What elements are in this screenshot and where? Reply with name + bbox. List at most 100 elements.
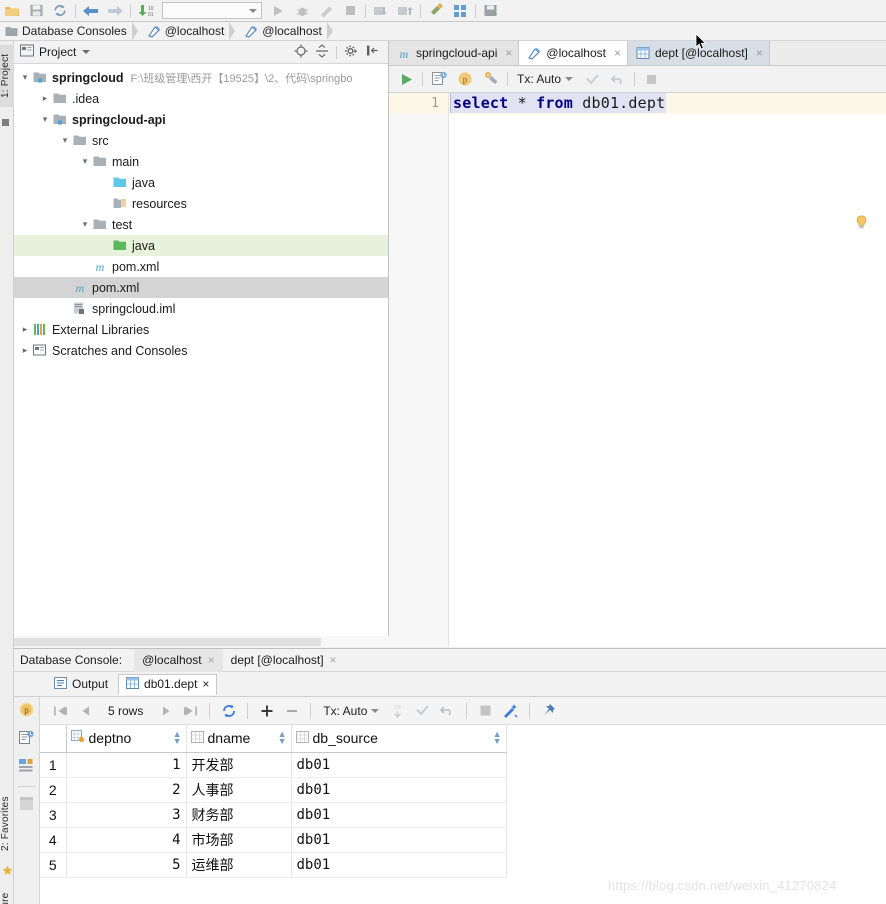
- sort-indicator-icon[interactable]: ▲ ▼: [173, 730, 182, 746]
- rollback-icon[interactable]: [435, 700, 460, 722]
- tool-window-tab-project[interactable]: 1: Project: [0, 45, 14, 107]
- chevron-right-icon[interactable]: ▸: [18, 324, 32, 335]
- row-number[interactable]: 3: [40, 802, 67, 828]
- commit-icon[interactable]: [393, 1, 417, 21]
- table-row[interactable]: 4 4 市场部 db01: [40, 827, 507, 853]
- sql-statement[interactable]: select * from db01.dept: [450, 93, 667, 113]
- project-tree-hscrollbar[interactable]: [14, 636, 389, 647]
- column-header-deptno[interactable]: deptno ▲ ▼: [66, 725, 187, 753]
- sort-indicator-icon[interactable]: ▲ ▼: [278, 730, 287, 746]
- table-row[interactable]: 1 1 开发部 db01: [40, 752, 507, 778]
- sql-editor[interactable]: 1 select * from db01.dept: [389, 93, 886, 647]
- database-icon[interactable]: [479, 1, 503, 21]
- db-console-tab-dept[interactable]: dept [@localhost] ×: [223, 649, 345, 672]
- chevron-down-icon[interactable]: ▾: [58, 135, 72, 146]
- tree-node-pom-xml[interactable]: m pom.xml: [14, 256, 388, 277]
- row-number[interactable]: 5: [40, 852, 67, 878]
- data-extractor-icon[interactable]: [18, 758, 35, 777]
- open-folder-icon[interactable]: [0, 1, 24, 21]
- tree-node-test[interactable]: ▾ test: [14, 214, 388, 235]
- close-icon[interactable]: ×: [756, 46, 763, 60]
- column-header-db-source[interactable]: db_source ▲ ▼: [291, 725, 507, 753]
- chevron-right-icon[interactable]: ▸: [18, 345, 32, 356]
- tree-node-springcloud-api[interactable]: ▾ springcloud-api: [14, 109, 388, 130]
- remove-row-icon[interactable]: [279, 700, 304, 722]
- db-console-tab-localhost[interactable]: @localhost ×: [134, 648, 223, 672]
- sort-indicator-icon[interactable]: ▲ ▼: [493, 730, 502, 746]
- table-row[interactable]: 2 2 人事部 db01: [40, 777, 507, 803]
- commit-icon[interactable]: [579, 69, 605, 89]
- cell-deptno[interactable]: 5: [66, 852, 187, 878]
- subtab-db01-dept[interactable]: db01.dept ×: [118, 673, 218, 695]
- run-configuration-combo[interactable]: [162, 2, 262, 19]
- code-line-1[interactable]: select * from db01.dept: [450, 93, 886, 114]
- tool-window-tab-structure[interactable]: Structure: [0, 883, 14, 904]
- cell-db-source[interactable]: db01: [291, 827, 507, 853]
- update-project-icon[interactable]: [369, 1, 393, 21]
- tree-node-java[interactable]: java: [14, 172, 388, 193]
- cell-deptno[interactable]: 4: [66, 827, 187, 853]
- editor-tab--localhost[interactable]: @localhost ×: [519, 41, 628, 65]
- data-source-properties-icon[interactable]: [478, 69, 504, 89]
- tree-node--idea[interactable]: ▸ .idea: [14, 88, 388, 109]
- commit-icon[interactable]: [410, 700, 435, 722]
- chevron-right-icon[interactable]: ▸: [38, 93, 52, 104]
- execute-script-icon[interactable]: [426, 69, 452, 89]
- cell-dname[interactable]: 运维部: [186, 852, 292, 878]
- tree-node-main[interactable]: ▾ main: [14, 151, 388, 172]
- lightbulb-icon[interactable]: [855, 215, 868, 233]
- settings-icon[interactable]: [424, 1, 448, 21]
- editor-tab-springcloud-api[interactable]: m springcloud-api ×: [389, 41, 520, 65]
- pin-tab-icon[interactable]: [536, 700, 561, 722]
- close-icon[interactable]: ×: [208, 653, 215, 667]
- stop-icon[interactable]: [638, 69, 664, 89]
- breadcrumb-database-consoles[interactable]: Database Consoles: [0, 22, 142, 41]
- run-icon[interactable]: [266, 1, 290, 21]
- history-icon[interactable]: [18, 730, 35, 749]
- tree-node-resources[interactable]: resources: [14, 193, 388, 214]
- scrollbar-thumb[interactable]: [14, 638, 321, 646]
- tree-node-java[interactable]: java: [14, 235, 388, 256]
- chevron-down-icon[interactable]: ▾: [38, 114, 52, 125]
- sync-icon[interactable]: [48, 1, 72, 21]
- last-page-icon[interactable]: [178, 700, 203, 722]
- first-page-icon[interactable]: [48, 700, 73, 722]
- close-icon[interactable]: ×: [505, 46, 512, 60]
- cell-deptno[interactable]: 1: [66, 752, 187, 778]
- next-page-icon[interactable]: [153, 700, 178, 722]
- close-icon[interactable]: ×: [614, 46, 621, 60]
- tree-node-external-libraries[interactable]: ▸ External Libraries: [14, 319, 388, 340]
- row-number[interactable]: 2: [40, 777, 67, 803]
- tree-node-springcloud[interactable]: ▾ springcloud F:\班级管理\西开【19525】\2、代码\sprin…: [14, 67, 388, 88]
- redo-icon[interactable]: [103, 1, 127, 21]
- cell-deptno[interactable]: 3: [66, 802, 187, 828]
- edit-value-icon[interactable]: [498, 700, 523, 722]
- tree-node-springcloud-iml[interactable]: springcloud.iml: [14, 298, 388, 319]
- execute-icon[interactable]: [393, 69, 419, 89]
- cell-dname[interactable]: 市场部: [186, 827, 292, 853]
- rollback-icon[interactable]: [605, 69, 631, 89]
- cell-deptno[interactable]: 2: [66, 777, 187, 803]
- cell-db-source[interactable]: db01: [291, 852, 507, 878]
- row-number[interactable]: 1: [40, 752, 67, 778]
- subtab-output[interactable]: Output: [46, 674, 116, 695]
- close-icon[interactable]: ×: [202, 677, 209, 691]
- column-header-dname[interactable]: dname ▲ ▼: [186, 725, 292, 753]
- submit-icon[interactable]: DB: [385, 700, 410, 722]
- chevron-down-icon[interactable]: ▾: [78, 219, 92, 230]
- project-tree[interactable]: ▾ springcloud F:\班级管理\西开【19525】\2、代码\sprin…: [14, 64, 388, 361]
- cell-dname[interactable]: 人事部: [186, 777, 292, 803]
- compile-icon[interactable]: 10 01: [134, 1, 158, 21]
- table-row[interactable]: 5 5 运维部 db01: [40, 852, 507, 878]
- hide-panel-icon[interactable]: [366, 44, 379, 60]
- table-row[interactable]: 3 3 财务部 db01: [40, 802, 507, 828]
- stop-icon[interactable]: [19, 796, 34, 814]
- settings-gear-icon[interactable]: [344, 44, 359, 61]
- breadcrumb-console-1[interactable]: @localhost: [142, 22, 240, 41]
- expand-collapse-icon[interactable]: [315, 43, 329, 61]
- parameters-icon[interactable]: p: [18, 701, 35, 721]
- chevron-down-icon[interactable]: ▾: [78, 156, 92, 167]
- tree-node-src[interactable]: ▾ src: [14, 130, 388, 151]
- prev-page-icon[interactable]: [73, 700, 98, 722]
- reload-page-icon[interactable]: [216, 700, 241, 722]
